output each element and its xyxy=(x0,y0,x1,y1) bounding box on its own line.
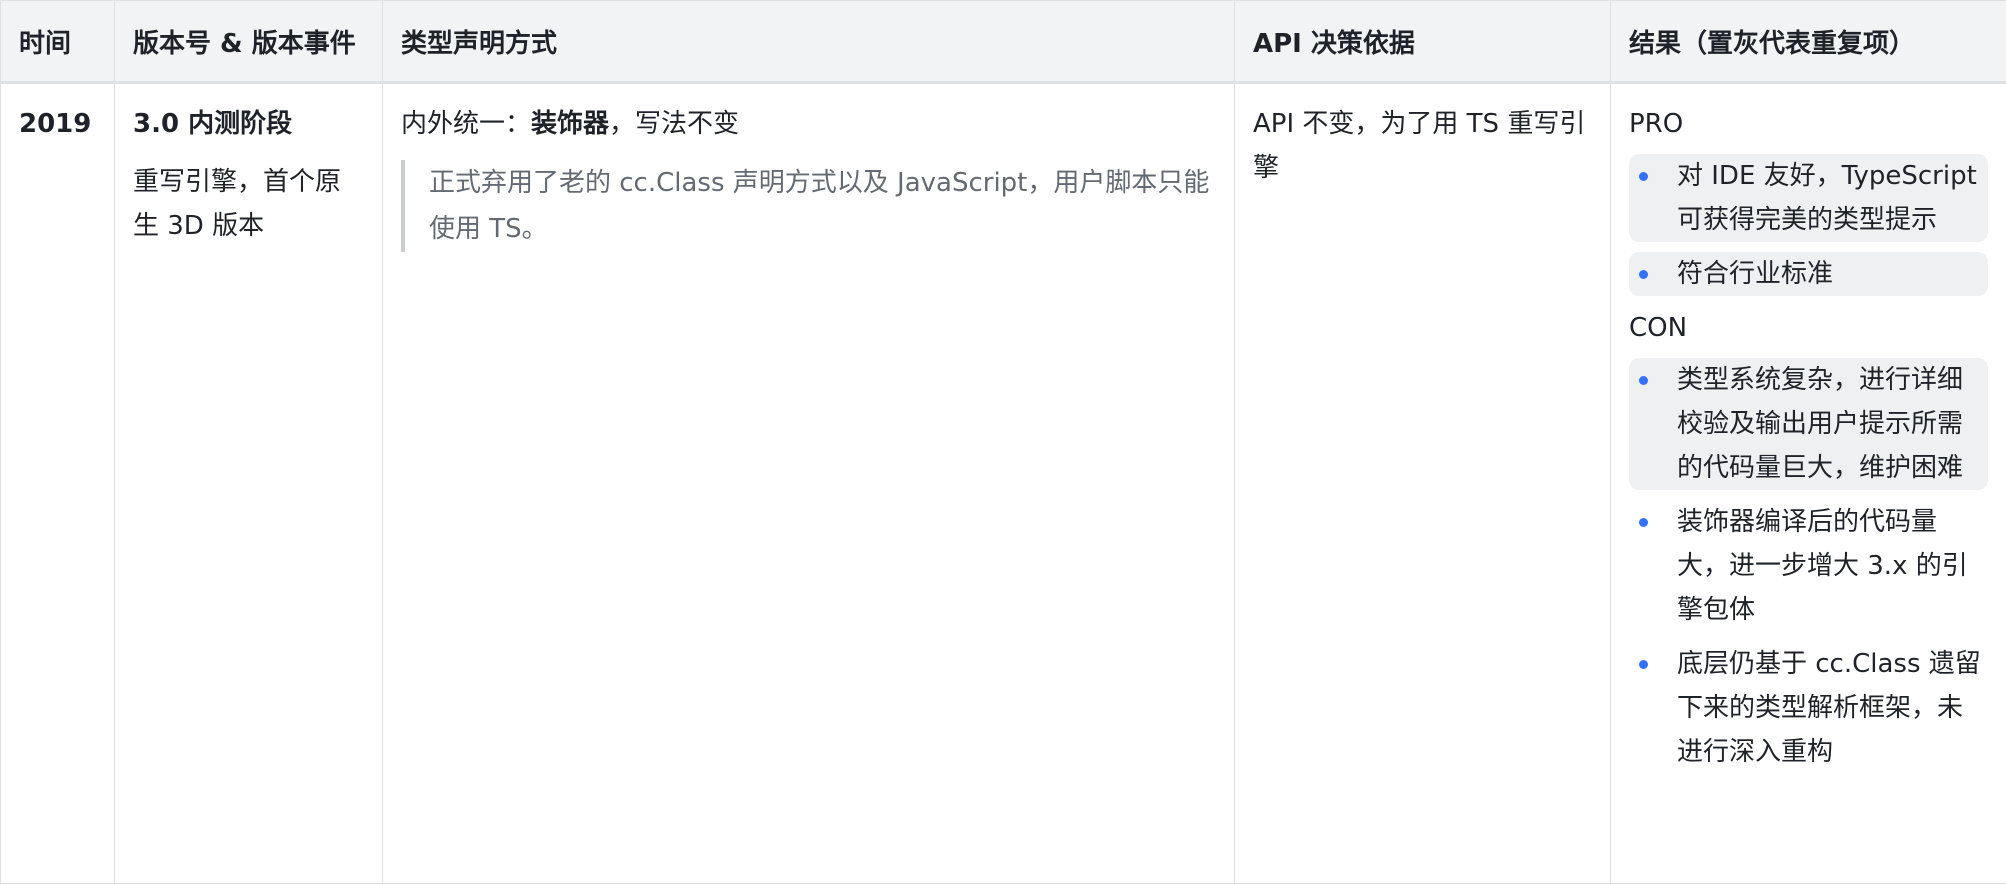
list-item: 装饰器编译后的代码量大，进一步增大 3.x 的引擎包体 xyxy=(1629,500,1988,632)
cell-time: 2019 xyxy=(0,82,115,884)
pro-label: PRO xyxy=(1629,109,1684,139)
type-bold: 装饰器 xyxy=(531,109,610,139)
bullet-icon xyxy=(1639,518,1648,527)
api-basis-text: API 不变，为了用 TS 重写引擎 xyxy=(1253,109,1586,183)
list-item: 类型系统复杂，进行详细校验及输出用户提示所需的代码量巨大，维护困难 xyxy=(1629,358,1988,490)
type-quote: 正式弃用了老的 cc.Class 声明方式以及 JavaScript，用户脚本只… xyxy=(401,160,1216,252)
list-item-text: 装饰器编译后的代码量大，进一步增大 3.x 的引擎包体 xyxy=(1677,507,1968,625)
type-declaration-line: 内外统一：装饰器，写法不变 xyxy=(401,102,1216,146)
version-title: 3.0 内测阶段 xyxy=(133,109,293,139)
table-row: 2019 3.0 内测阶段 重写引擎，首个原生 3D 版本 内外统一：装饰器，写… xyxy=(0,82,2006,884)
version-history-table: 时间 版本号 & 版本事件 类型声明方式 API 决策依据 结果（置灰代表重复项… xyxy=(0,0,2006,884)
header-type: 类型声明方式 xyxy=(382,0,1235,84)
cell-version: 3.0 内测阶段 重写引擎，首个原生 3D 版本 xyxy=(114,82,383,884)
bullet-icon xyxy=(1639,270,1648,279)
bullet-icon xyxy=(1639,660,1648,669)
table-body: 2019 3.0 内测阶段 重写引擎，首个原生 3D 版本 内外统一：装饰器，写… xyxy=(0,82,2006,884)
header-time: 时间 xyxy=(0,0,115,84)
year-text: 2019 xyxy=(19,109,92,139)
bullet-icon xyxy=(1639,376,1648,385)
list-item: 对 IDE 友好，TypeScript 可获得完美的类型提示 xyxy=(1629,154,1988,242)
bullet-icon xyxy=(1639,172,1648,181)
type-suffix: ，写法不变 xyxy=(609,109,740,139)
type-prefix: 内外统一： xyxy=(401,109,532,139)
table-header: 时间 版本号 & 版本事件 类型声明方式 API 决策依据 结果（置灰代表重复项… xyxy=(0,0,2006,84)
pro-list: 对 IDE 友好，TypeScript 可获得完美的类型提示 符合行业标准 xyxy=(1629,154,1988,296)
header-row: 时间 版本号 & 版本事件 类型声明方式 API 决策依据 结果（置灰代表重复项… xyxy=(0,0,2006,84)
list-item: 底层仍基于 cc.Class 遗留下来的类型解析框架，未进行深入重构 xyxy=(1629,642,1988,774)
version-description: 重写引擎，首个原生 3D 版本 xyxy=(133,167,342,241)
cell-api: API 不变，为了用 TS 重写引擎 xyxy=(1234,82,1611,884)
header-api: API 决策依据 xyxy=(1234,0,1611,84)
list-item: 符合行业标准 xyxy=(1629,252,1988,296)
header-result: 结果（置灰代表重复项） xyxy=(1610,0,2006,84)
header-version: 版本号 & 版本事件 xyxy=(114,0,383,84)
list-item-text: 符合行业标准 xyxy=(1677,259,1834,289)
con-label: CON xyxy=(1629,313,1688,343)
list-item-text: 对 IDE 友好，TypeScript 可获得完美的类型提示 xyxy=(1677,161,1977,235)
list-item-text: 底层仍基于 cc.Class 遗留下来的类型解析框架，未进行深入重构 xyxy=(1677,649,1981,767)
list-item-text: 类型系统复杂，进行详细校验及输出用户提示所需的代码量巨大，维护困难 xyxy=(1677,365,1964,483)
cell-result: PRO 对 IDE 友好，TypeScript 可获得完美的类型提示 符合行业标… xyxy=(1610,82,2006,884)
con-list: 类型系统复杂，进行详细校验及输出用户提示所需的代码量巨大，维护困难 装饰器编译后… xyxy=(1629,358,1988,774)
cell-type: 内外统一：装饰器，写法不变 正式弃用了老的 cc.Class 声明方式以及 Ja… xyxy=(382,82,1235,884)
